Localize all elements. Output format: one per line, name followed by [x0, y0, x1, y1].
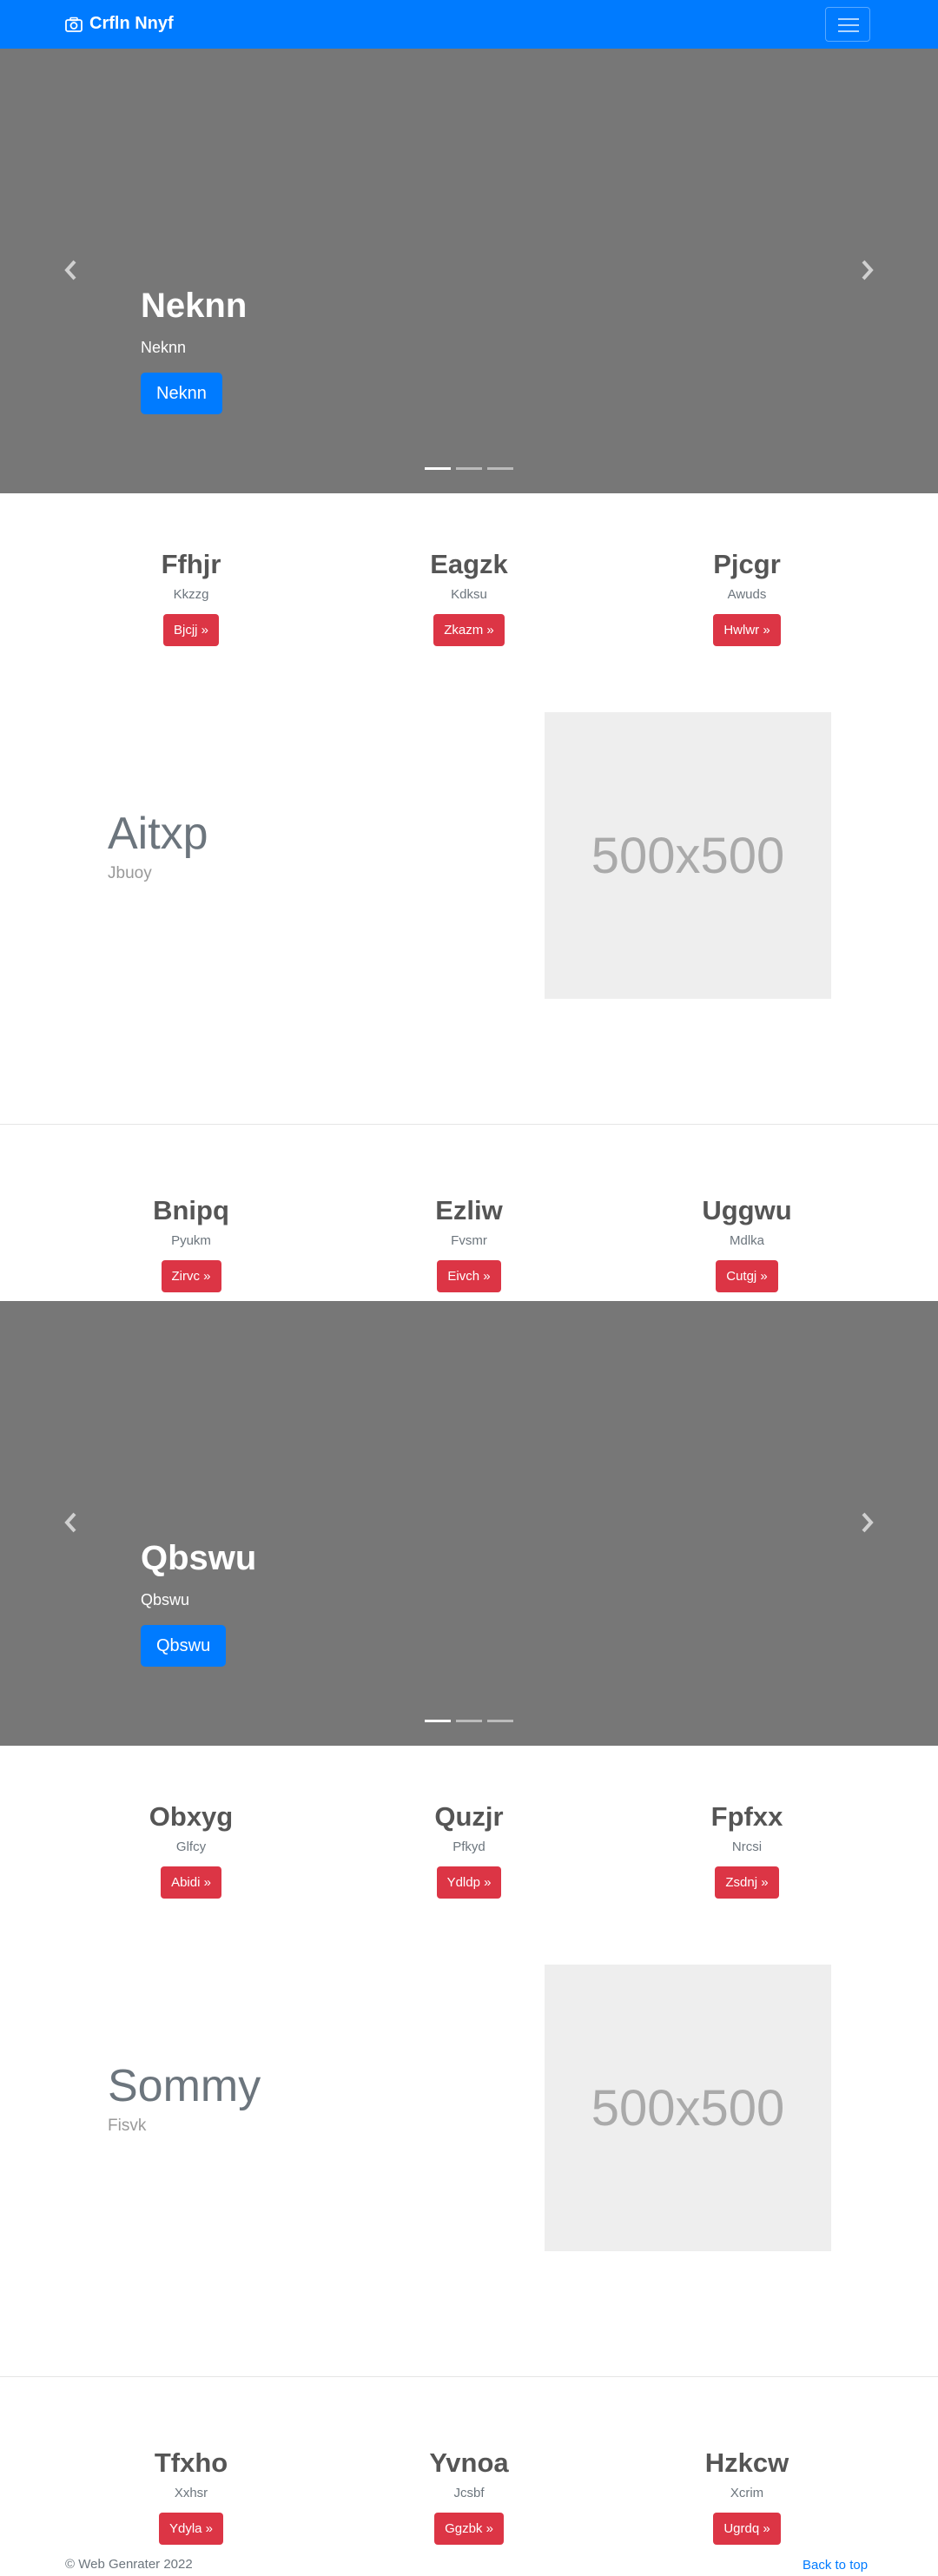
carousel-button[interactable]: Neknn [141, 373, 222, 414]
column-text: Jcsbf [453, 2486, 485, 2500]
brand-name: Crfln Nnyf [89, 14, 174, 33]
marketing-column: Fpfxx Nrcsi Zsdnj » [608, 1801, 886, 1899]
navbar-toggler-button[interactable] [825, 7, 870, 42]
chevron-right-icon [862, 260, 874, 281]
footer-copyright: © Web Genrater 2022 [65, 2557, 193, 2572]
carousel-indicator[interactable] [487, 1720, 513, 1722]
marketing-column: Tfxho Xxhsr Ydyla » [52, 2447, 330, 2545]
hamburger-icon-line [838, 30, 859, 32]
column-heading: Ezliw [435, 1195, 503, 1225]
column-button[interactable]: Hwlwr » [713, 614, 781, 646]
carousel-indicator[interactable] [425, 467, 451, 470]
column-text: Nrcsi [731, 1840, 763, 1854]
marketing-column: Pjcgr Awuds Hwlwr » [608, 549, 886, 646]
carousel-caption: Neknn Neknn Neknn [141, 287, 247, 414]
featurette-divider [0, 1124, 938, 1125]
featurette-heading: Aitxp [108, 809, 208, 859]
column-heading: Quzjr [434, 1801, 504, 1832]
marketing-column: Ezliw Fvsmr Eivch » [330, 1195, 608, 1292]
column-button[interactable]: Ggzbk » [434, 2513, 504, 2545]
column-heading: Pjcgr [713, 549, 781, 579]
column-heading: Fpfxx [710, 1801, 783, 1832]
carousel-indicator[interactable] [456, 1720, 482, 1722]
column-heading: Ffhjr [161, 549, 221, 579]
carousel-caption: Qbswu Qbswu Qbswu [141, 1539, 256, 1667]
carousel-prev-button[interactable] [61, 257, 82, 283]
column-heading: Obxyg [149, 1801, 234, 1832]
carousel-indicator[interactable] [456, 467, 482, 470]
carousel-indicators [425, 467, 513, 470]
marketing-column: Quzjr Pfkyd Ydldp » [330, 1801, 608, 1899]
marketing-column: Yvnoa Jcsbf Ggzbk » [330, 2447, 608, 2545]
column-button[interactable]: Zsdnj » [715, 1866, 779, 1899]
chevron-left-icon [64, 260, 76, 281]
column-button[interactable]: Eivch » [437, 1260, 501, 1292]
column-heading: Tfxho [154, 2447, 228, 2478]
chevron-left-icon [64, 1512, 76, 1533]
carousel-prev-button[interactable] [61, 1509, 82, 1536]
column-button[interactable]: Zirvc » [161, 1260, 221, 1292]
camera-icon [65, 17, 83, 32]
placeholder-image-label: 500x500 [591, 827, 785, 884]
column-text: Xcrim [730, 2486, 764, 2500]
column-heading: Bnipq [153, 1195, 229, 1225]
hamburger-icon-line [838, 24, 859, 26]
column-text: Pyukm [171, 1233, 211, 1248]
carousel-subtitle: Qbswu [141, 1591, 190, 1608]
column-text: Xxhsr [174, 2486, 208, 2500]
carousel-indicator[interactable] [425, 1720, 451, 1722]
column-button[interactable]: Cutgj » [716, 1260, 778, 1292]
column-heading: Uggwu [702, 1195, 792, 1225]
column-button[interactable]: Ugrdq » [713, 2513, 781, 2545]
column-button[interactable]: Ydyla » [158, 2513, 224, 2545]
carousel-subtitle: Neknn [141, 339, 187, 356]
brand-link[interactable]: Crfln Nnyf [65, 14, 174, 34]
column-heading: Eagzk [430, 549, 508, 579]
column-button[interactable]: Ydldp » [436, 1866, 502, 1899]
carousel-title: Qbswu [141, 1539, 257, 1577]
column-heading: Yvnoa [429, 2447, 509, 2478]
column-button[interactable]: Zkazm » [433, 614, 505, 646]
featurette-subtitle: Jbuoy [108, 864, 152, 882]
placeholder-image: 500x500 [545, 712, 831, 999]
marketing-column: Uggwu Mdlka Cutgj » [608, 1195, 886, 1292]
column-text: Awuds [727, 587, 767, 602]
featurette-heading: Sommy [108, 2061, 261, 2111]
carousel-title: Neknn [141, 287, 248, 325]
marketing-column: Ffhjr Kkzzg Bjcjj » [52, 549, 330, 646]
marketing-column: Eagzk Kdksu Zkazm » [330, 549, 608, 646]
column-button[interactable]: Abidi » [161, 1866, 221, 1899]
featurette-subtitle: Fisvk [108, 2117, 147, 2135]
carousel-2: Qbswu Qbswu Qbswu [0, 1301, 938, 1746]
carousel-next-button[interactable] [856, 257, 877, 283]
column-button[interactable]: Bjcjj » [162, 614, 219, 646]
carousel-1: Neknn Neknn Neknn [0, 49, 938, 493]
column-heading: Hzkcw [704, 2447, 789, 2478]
carousel-indicator[interactable] [487, 467, 513, 470]
marketing-column: Bnipq Pyukm Zirvc » [52, 1195, 330, 1292]
placeholder-image-label: 500x500 [591, 2079, 785, 2137]
carousel-next-button[interactable] [856, 1509, 877, 1536]
column-text: Kkzzg [173, 587, 209, 602]
navbar: Crfln Nnyf [0, 0, 938, 49]
carousel-button[interactable]: Qbswu [141, 1625, 227, 1667]
column-text: Pfkyd [452, 1840, 486, 1854]
column-text: Glfcy [175, 1840, 207, 1854]
column-text: Kdksu [451, 587, 487, 602]
hamburger-icon-line [838, 18, 859, 20]
placeholder-image: 500x500 [545, 1965, 831, 2251]
marketing-column: Obxyg Glfcy Abidi » [52, 1801, 330, 1899]
chevron-right-icon [862, 1512, 874, 1533]
marketing-column: Hzkcw Xcrim Ugrdq » [608, 2447, 886, 2545]
featurette-divider [0, 2376, 938, 2377]
column-text: Mdlka [729, 1233, 764, 1248]
carousel-indicators [425, 1720, 513, 1722]
column-text: Fvsmr [451, 1233, 487, 1248]
back-to-top-link[interactable]: Back to top [803, 2558, 868, 2573]
